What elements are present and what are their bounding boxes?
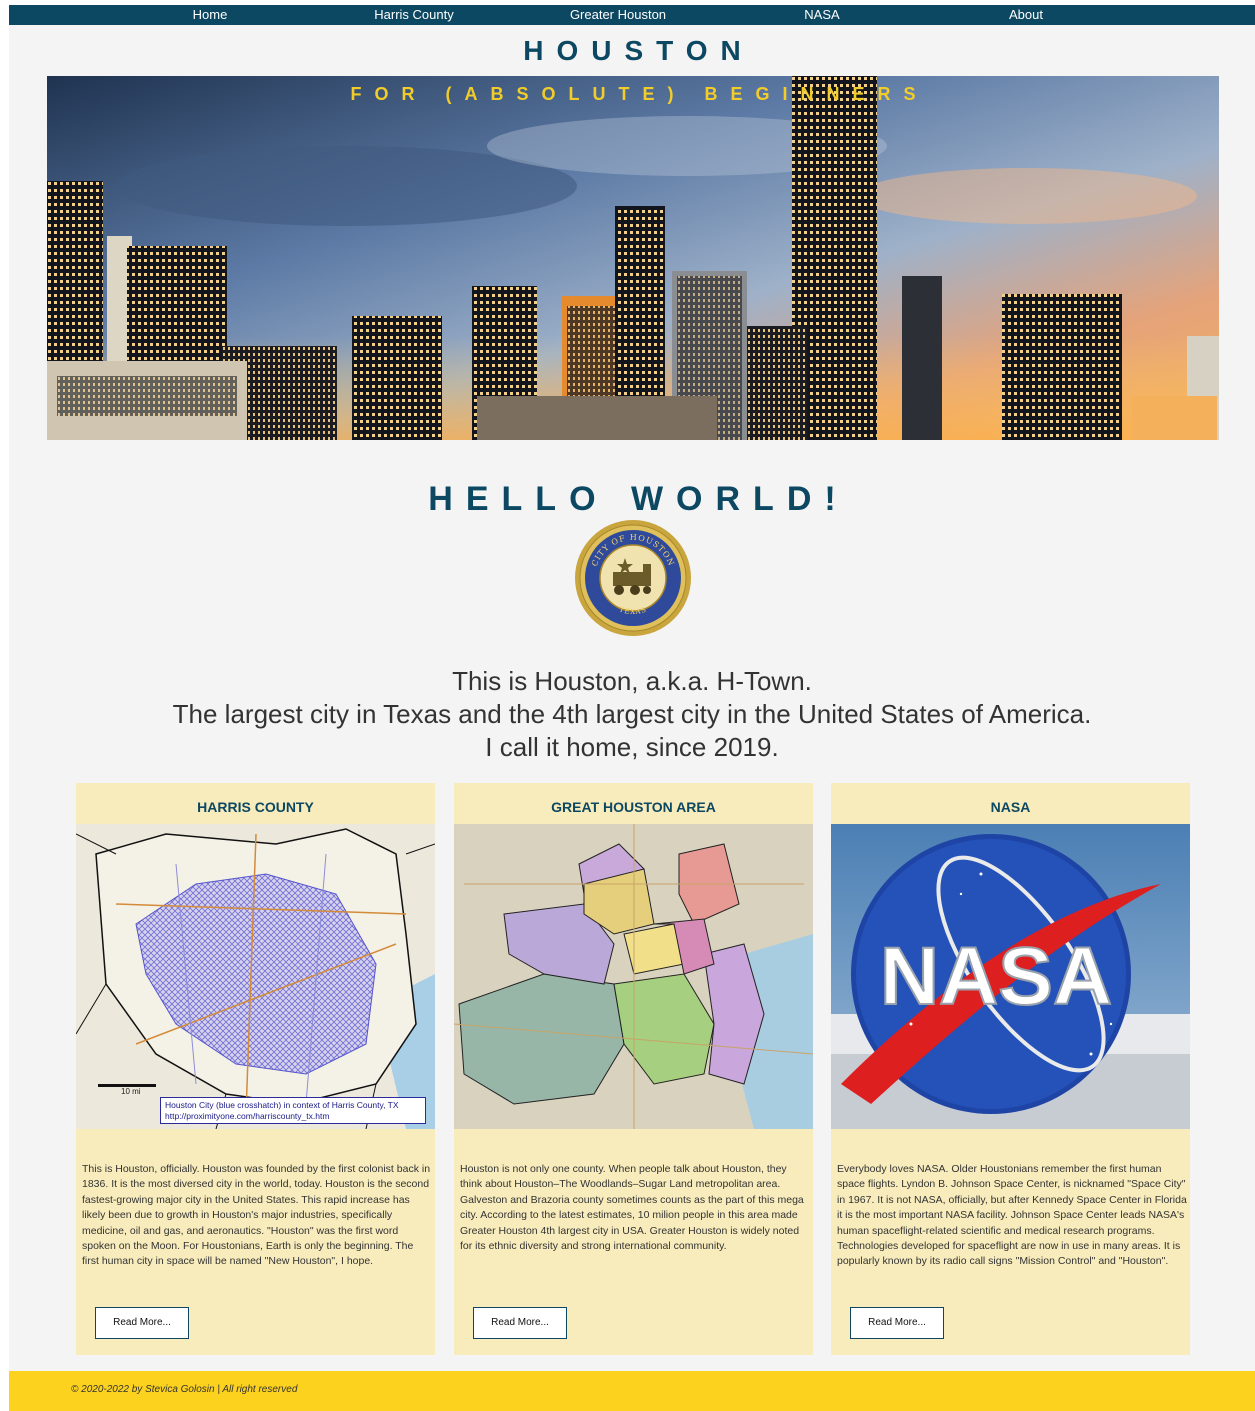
top-nav: Home Harris County Greater Houston NASA … (9, 5, 1255, 25)
intro-text: This is Houston, a.k.a. H-Town. The larg… (9, 665, 1255, 764)
nav-harris-county[interactable]: Harris County (344, 7, 484, 22)
greater-houston-map (454, 824, 813, 1129)
hero-skyline-image: FOR (ABSOLUTE) BEGINNERS (47, 76, 1219, 440)
card-text: Everybody loves NASA. Older Houstonians … (837, 1163, 1187, 1268)
page: Home Harris County Greater Houston NASA … (9, 5, 1255, 1411)
hello-heading: HELLO WORLD! (428, 480, 849, 518)
read-more-button[interactable]: Read More... (473, 1307, 567, 1339)
city-of-houston-seal: CITY OF HOUSTON TEXAS (575, 520, 691, 636)
footer: © 2020-2022 by Stevica Golosin | All rig… (9, 1371, 1255, 1411)
nav-greater-houston[interactable]: Greater Houston (548, 7, 688, 22)
harris-county-map: 10 mi Houston City (blue crosshatch) in … (76, 824, 435, 1129)
card-harris-county: HARRIS COUNTY 10 mi Houston City (blue c… (76, 783, 435, 1355)
site-title: HOUSTON (523, 35, 754, 66)
skyline-illustration (47, 76, 1219, 440)
nav-home[interactable]: Home (140, 7, 280, 22)
read-more-button[interactable]: Read More... (95, 1307, 189, 1339)
card-title: GREAT HOUSTON AREA (551, 799, 716, 815)
intro-line-2: The largest city in Texas and the 4th la… (172, 699, 1092, 729)
nav-nasa[interactable]: NASA (752, 7, 892, 22)
intro-line-3: I call it home, since 2019. (485, 732, 779, 762)
nasa-logo-photo: NASA (831, 824, 1190, 1129)
site-subtitle: FOR (ABSOLUTE) BEGINNERS (350, 84, 929, 104)
card-text: Houston is not only one county. When peo… (460, 1163, 804, 1253)
map-scale-label: 10 mi (121, 1087, 141, 1096)
nav-about[interactable]: About (956, 7, 1096, 22)
nasa-logo-text: NASA (880, 931, 1112, 1022)
read-more-button[interactable]: Read More... (850, 1307, 944, 1339)
card-title: NASA (990, 799, 1031, 815)
map-caption: Houston City (blue crosshatch) in contex… (160, 1097, 426, 1124)
nasa-logo-illustration: NASA (831, 824, 1190, 1129)
harris-county-map-illustration (76, 824, 435, 1129)
greater-houston-map-illustration (454, 824, 813, 1129)
footer-copyright: © 2020-2022 by Stevica Golosin | All rig… (71, 1384, 298, 1395)
card-text: This is Houston, officially. Houston was… (82, 1163, 431, 1268)
intro-line-1: This is Houston, a.k.a. H-Town. (452, 666, 812, 696)
card-title: HARRIS COUNTY (197, 799, 314, 815)
map-caption-line-2: http://proximityone.com/harriscounty_tx.… (165, 1111, 330, 1121)
card-nasa: NASA NASA Everybody loves NASA. Older Ho… (831, 783, 1190, 1355)
map-caption-line-1: Houston City (blue crosshatch) in contex… (165, 1100, 399, 1110)
card-great-houston-area: GREAT HOUSTON AREA Houston is not only o… (454, 783, 813, 1355)
